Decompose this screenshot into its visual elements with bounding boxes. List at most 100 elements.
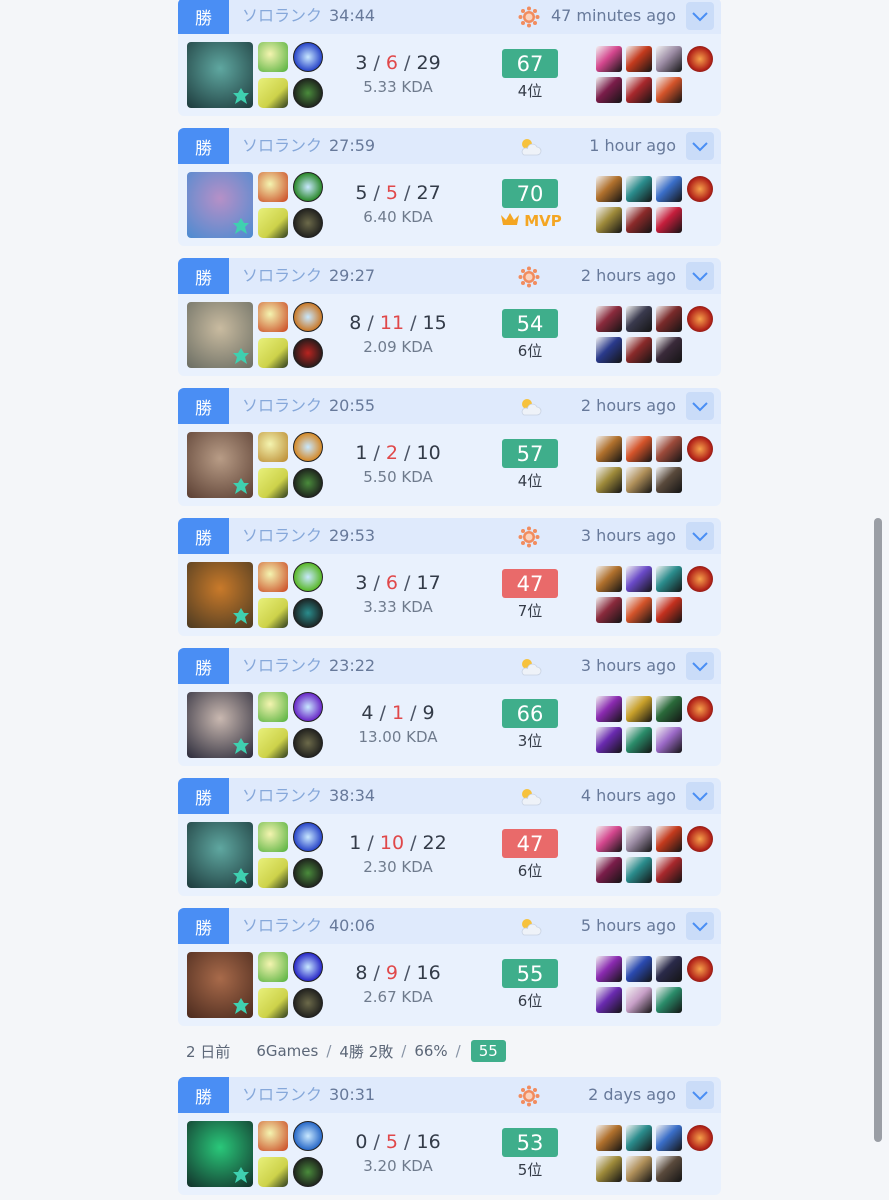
summoner-spell-icon[interactable] [258, 822, 288, 852]
item-slot[interactable] [656, 1125, 682, 1151]
item-slot[interactable] [656, 1156, 682, 1182]
expand-button[interactable] [686, 652, 714, 680]
expand-button[interactable] [686, 912, 714, 940]
item-slot[interactable] [596, 467, 622, 493]
primary-rune-icon[interactable] [293, 562, 323, 592]
expand-button[interactable] [686, 1081, 714, 1109]
item-slot[interactable] [596, 727, 622, 753]
item-slot[interactable] [626, 956, 652, 982]
item-slot[interactable] [596, 696, 622, 722]
champion-portrait[interactable] [187, 42, 253, 108]
secondary-rune-icon[interactable] [293, 728, 323, 758]
summoner-spell-icon[interactable] [258, 432, 288, 462]
item-slot[interactable] [656, 337, 682, 363]
summoner-spell-icon[interactable] [258, 302, 288, 332]
trinket-icon[interactable] [687, 696, 713, 722]
match-card[interactable]: 勝 ソロランク 23:22 3 hours ago 4 / 1 / 9 13.0… [178, 648, 721, 766]
champion-portrait[interactable] [187, 172, 253, 238]
item-slot[interactable] [626, 46, 652, 72]
item-slot[interactable] [626, 207, 652, 233]
item-slot[interactable] [596, 306, 622, 332]
item-slot[interactable] [626, 337, 652, 363]
primary-rune-icon[interactable] [293, 172, 323, 202]
primary-rune-icon[interactable] [293, 952, 323, 982]
trinket-icon[interactable] [687, 436, 713, 462]
secondary-rune-icon[interactable] [293, 1157, 323, 1187]
match-card[interactable]: 勝 ソロランク 29:27 2 hours ago 8 / 11 / 15 2.… [178, 258, 721, 376]
match-card[interactable]: 勝 ソロランク 27:59 1 hour ago 5 / 5 / 27 6.40… [178, 128, 721, 246]
trinket-icon[interactable] [687, 956, 713, 982]
item-slot[interactable] [596, 857, 622, 883]
item-slot[interactable] [596, 566, 622, 592]
item-slot[interactable] [656, 987, 682, 1013]
secondary-rune-icon[interactable] [293, 338, 323, 368]
expand-button[interactable] [686, 782, 714, 810]
secondary-rune-icon[interactable] [293, 208, 323, 238]
match-card[interactable]: 勝 ソロランク 29:53 3 hours ago 3 / 6 / 17 3.3… [178, 518, 721, 636]
trinket-icon[interactable] [687, 566, 713, 592]
summoner-spell-icon[interactable] [258, 78, 288, 108]
primary-rune-icon[interactable] [293, 1121, 323, 1151]
item-slot[interactable] [656, 467, 682, 493]
champion-portrait[interactable] [187, 302, 253, 368]
secondary-rune-icon[interactable] [293, 78, 323, 108]
primary-rune-icon[interactable] [293, 432, 323, 462]
item-slot[interactable] [596, 956, 622, 982]
item-slot[interactable] [596, 207, 622, 233]
match-card[interactable]: 勝 ソロランク 40:06 5 hours ago 8 / 9 / 16 2.6… [178, 908, 721, 1026]
summoner-spell-icon[interactable] [258, 952, 288, 982]
champion-portrait[interactable] [187, 1121, 253, 1187]
item-slot[interactable] [656, 956, 682, 982]
champion-portrait[interactable] [187, 822, 253, 888]
expand-button[interactable] [686, 132, 714, 160]
summoner-spell-icon[interactable] [258, 562, 288, 592]
summoner-spell-icon[interactable] [258, 1121, 288, 1151]
item-slot[interactable] [626, 826, 652, 852]
item-slot[interactable] [656, 696, 682, 722]
expand-button[interactable] [686, 392, 714, 420]
summoner-spell-icon[interactable] [258, 338, 288, 368]
trinket-icon[interactable] [687, 306, 713, 332]
item-slot[interactable] [626, 696, 652, 722]
trinket-icon[interactable] [687, 46, 713, 72]
summoner-spell-icon[interactable] [258, 172, 288, 202]
primary-rune-icon[interactable] [293, 42, 323, 72]
expand-button[interactable] [686, 522, 714, 550]
secondary-rune-icon[interactable] [293, 858, 323, 888]
item-slot[interactable] [656, 727, 682, 753]
item-slot[interactable] [596, 597, 622, 623]
item-slot[interactable] [626, 77, 652, 103]
item-slot[interactable] [656, 566, 682, 592]
summoner-spell-icon[interactable] [258, 1157, 288, 1187]
summoner-spell-icon[interactable] [258, 598, 288, 628]
item-slot[interactable] [596, 337, 622, 363]
item-slot[interactable] [596, 46, 622, 72]
champion-portrait[interactable] [187, 692, 253, 758]
secondary-rune-icon[interactable] [293, 988, 323, 1018]
primary-rune-icon[interactable] [293, 822, 323, 852]
summoner-spell-icon[interactable] [258, 728, 288, 758]
item-slot[interactable] [656, 597, 682, 623]
item-slot[interactable] [656, 857, 682, 883]
item-slot[interactable] [626, 176, 652, 202]
primary-rune-icon[interactable] [293, 302, 323, 332]
item-slot[interactable] [656, 207, 682, 233]
item-slot[interactable] [656, 306, 682, 332]
match-card[interactable]: 勝 ソロランク 20:55 2 hours ago 1 / 2 / 10 5.5… [178, 388, 721, 506]
item-slot[interactable] [626, 857, 652, 883]
scrollbar-thumb[interactable] [874, 518, 882, 1142]
match-card[interactable]: 勝 ソロランク 38:34 4 hours ago 1 / 10 / 22 2.… [178, 778, 721, 896]
trinket-icon[interactable] [687, 1125, 713, 1151]
summoner-spell-icon[interactable] [258, 988, 288, 1018]
expand-button[interactable] [686, 262, 714, 290]
item-slot[interactable] [656, 826, 682, 852]
item-slot[interactable] [656, 436, 682, 462]
item-slot[interactable] [626, 467, 652, 493]
item-slot[interactable] [656, 176, 682, 202]
item-slot[interactable] [626, 566, 652, 592]
summoner-spell-icon[interactable] [258, 208, 288, 238]
item-slot[interactable] [626, 1156, 652, 1182]
expand-button[interactable] [686, 2, 714, 30]
item-slot[interactable] [626, 727, 652, 753]
item-slot[interactable] [626, 1125, 652, 1151]
